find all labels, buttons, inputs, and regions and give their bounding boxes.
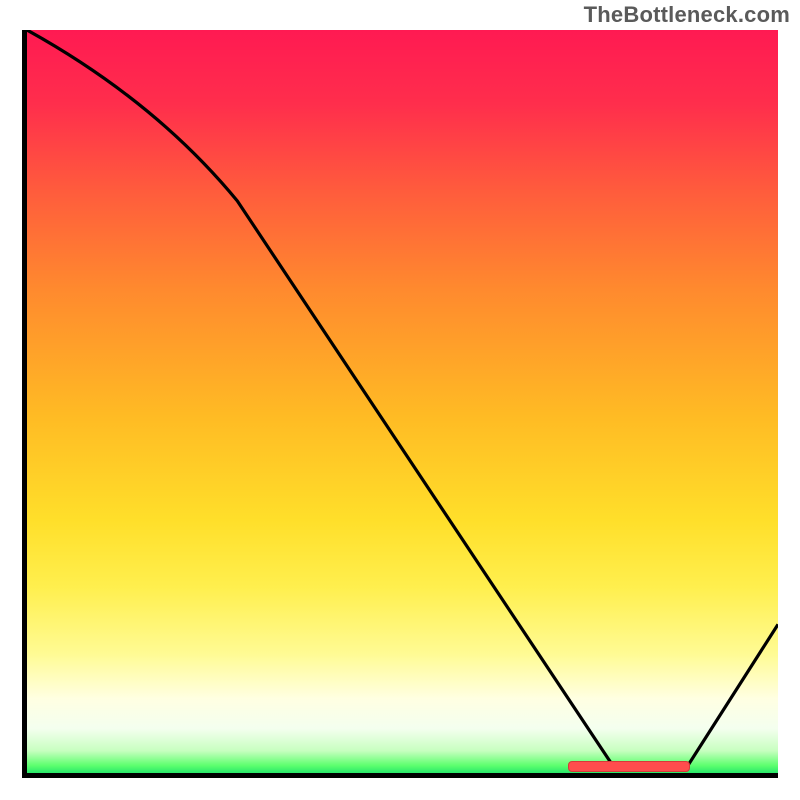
chart-line [27,30,778,766]
highlight-marker [568,761,690,772]
line-layer [27,30,778,773]
watermark-text: TheBottleneck.com [584,2,790,28]
chart-frame: TheBottleneck.com [0,0,800,800]
plot-area [22,30,778,778]
